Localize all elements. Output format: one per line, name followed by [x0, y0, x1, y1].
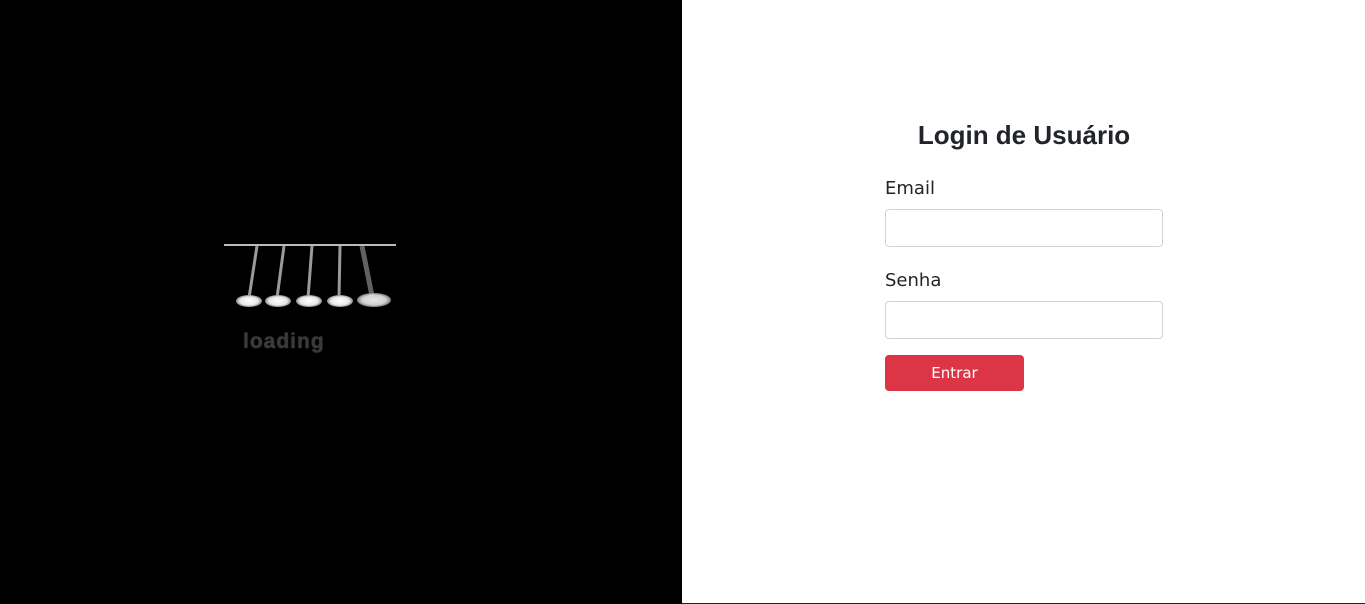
login-form: Login de Usuário Email Senha Entrar — [885, 118, 1163, 391]
password-label: Senha — [885, 270, 942, 291]
loading-panel: loading — [0, 0, 682, 604]
newtons-cradle-icon — [224, 244, 396, 307]
page-title: Login de Usuário — [917, 120, 1131, 150]
email-label: Email — [885, 178, 935, 199]
login-panel: Login de Usuário Email Senha Entrar — [682, 0, 1365, 604]
password-field[interactable] — [885, 301, 1163, 339]
loading-label: loading — [243, 330, 325, 353]
login-button[interactable]: Entrar — [885, 355, 1024, 391]
email-field[interactable] — [885, 209, 1163, 247]
page: loading Login de Usuário Email Senha Ent… — [0, 0, 1365, 604]
